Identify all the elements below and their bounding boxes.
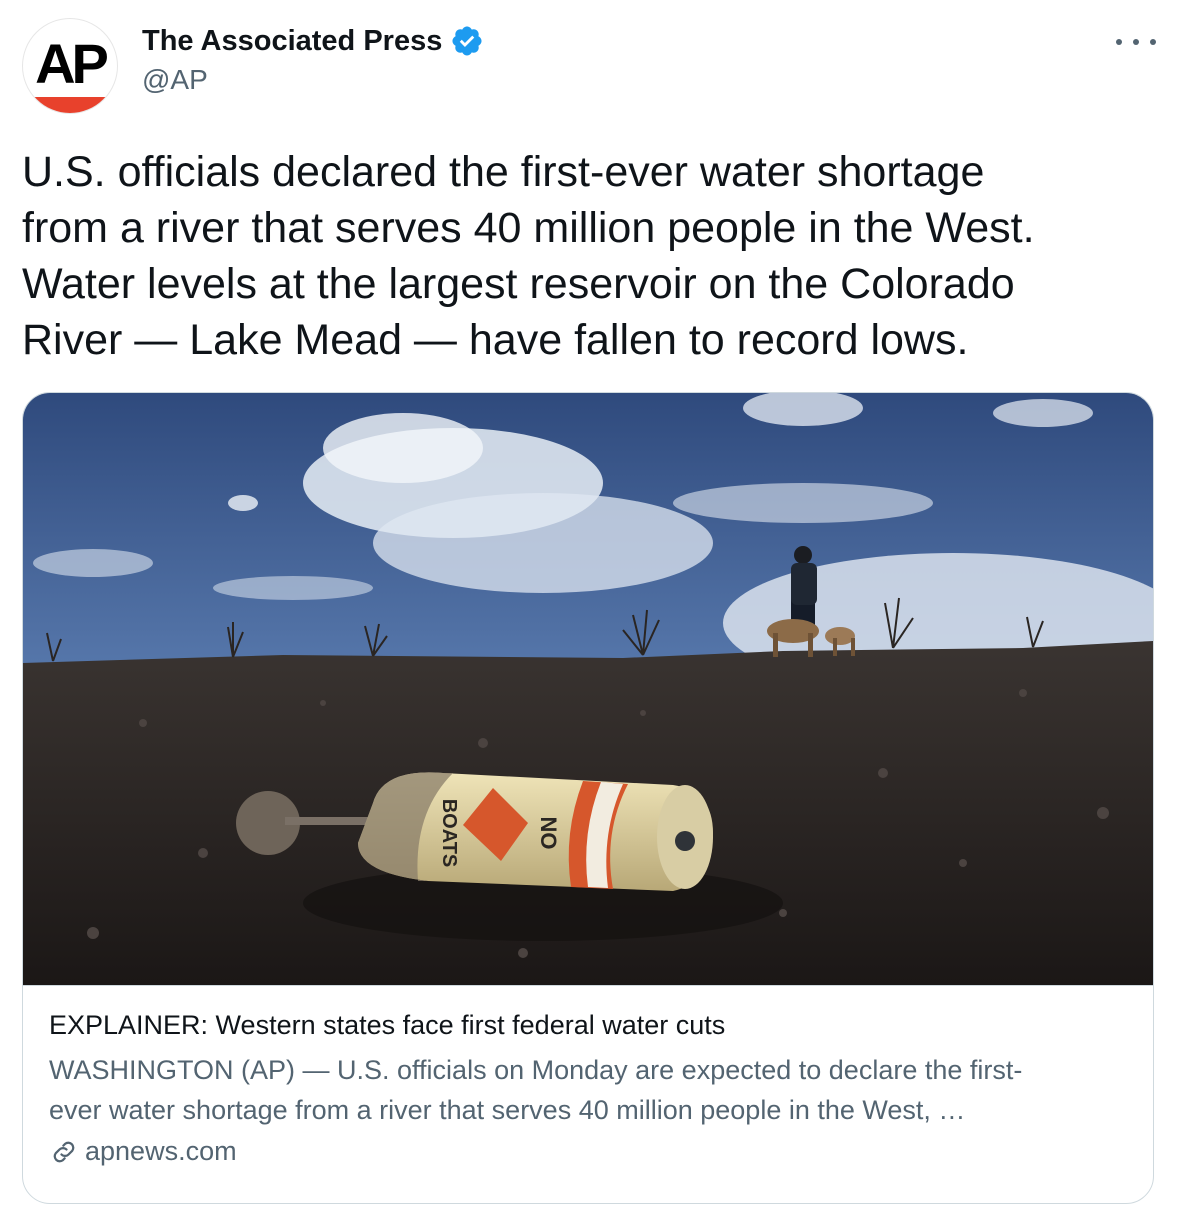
tweet-text: U.S. officials declared the first-ever w…: [22, 148, 1035, 364]
author-handle[interactable]: @AP: [142, 64, 208, 96]
card-description: WASHINGTON (AP) — U.S. officials on Mond…: [49, 1055, 1023, 1125]
buoy-no-text: NO: [536, 817, 561, 850]
author-name-row: The Associated Press: [142, 24, 484, 58]
more-dot: [1150, 39, 1156, 45]
avatar[interactable]: AP: [22, 18, 118, 114]
buoy-boats-text: BOATS: [438, 799, 460, 868]
author-name[interactable]: The Associated Press: [142, 25, 442, 58]
card-meta[interactable]: EXPLAINER: Western states face first fed…: [23, 985, 1153, 1203]
card-domain-text: apnews.com: [85, 1136, 237, 1166]
link-card[interactable]: BOATS NO EXPLAINER: Western states face …: [22, 392, 1154, 1204]
link-icon: [53, 1141, 75, 1162]
avatar-logo-bar: [23, 97, 117, 113]
more-dot: [1133, 39, 1139, 45]
verified-badge-icon: [452, 26, 482, 56]
card-domain: apnews.com: [49, 1136, 237, 1167]
more-dot: [1116, 39, 1122, 45]
more-horizontal-icon[interactable]: [1116, 28, 1156, 56]
card-title: EXPLAINER: Western states face first fed…: [49, 1010, 726, 1040]
avatar-logo-text: AP: [35, 32, 109, 95]
card-photo[interactable]: BOATS NO: [23, 393, 1153, 985]
